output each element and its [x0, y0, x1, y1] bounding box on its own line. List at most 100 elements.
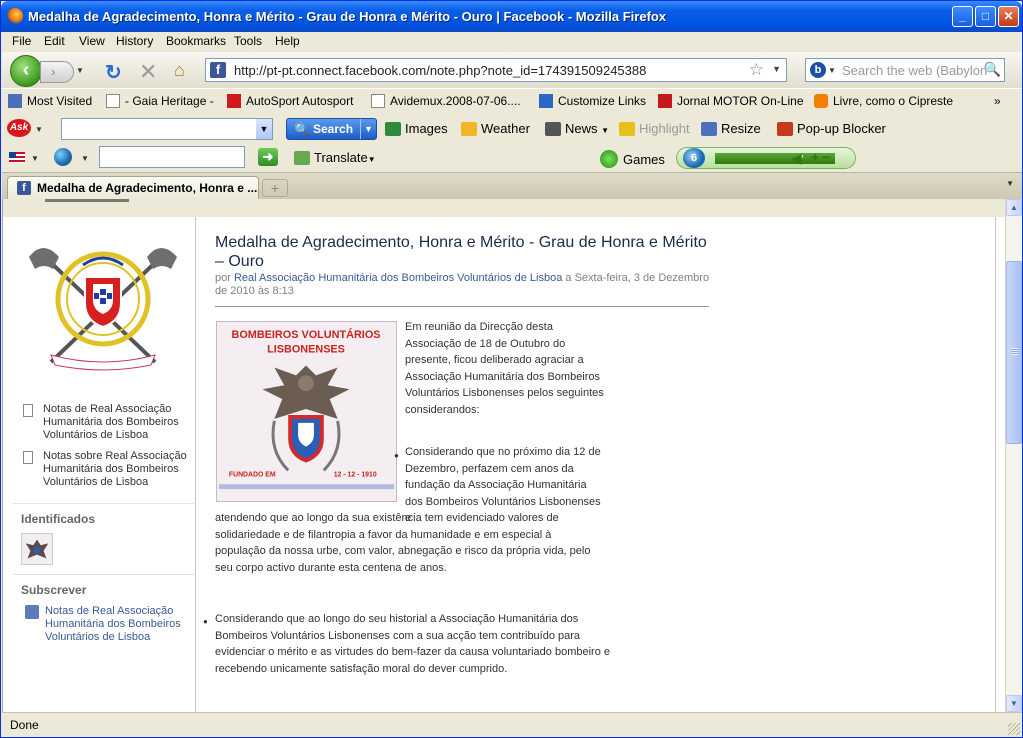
- note-meta: por Real Associação Humanitária dos Bomb…: [215, 272, 710, 297]
- note-photo-emblem[interactable]: BOMBEIROS VOLUNTÁRIOS LISBONENSES FUNDAD…: [216, 321, 397, 502]
- ask-toolbar: Ask ▼ ▼ 🔍 Search ▼ Images Weather News ▼ H…: [2, 114, 1022, 143]
- sidebar-divider: [13, 503, 196, 504]
- web-search-input[interactable]: Search the web (Babylon): [842, 63, 987, 78]
- facebook-favicon-icon: f: [17, 181, 31, 195]
- ask-search-input[interactable]: ▼: [61, 118, 273, 140]
- web-search-box[interactable]: b ▼ Search the web (Babylon) 🔍: [805, 58, 1005, 82]
- bookmarks-overflow-button[interactable]: »: [994, 94, 1001, 108]
- back-button[interactable]: ‹: [10, 55, 42, 87]
- note-intro: Em reunião da Direcção desta Associação …: [405, 321, 604, 416]
- menu-view[interactable]: View: [79, 34, 105, 48]
- history-dropdown-icon[interactable]: ▼: [76, 66, 84, 75]
- subscribe-rss-link[interactable]: Notas de Real Associação Humanitária dos…: [25, 605, 190, 644]
- ask-logo-icon[interactable]: Ask: [7, 119, 31, 137]
- url-text[interactable]: http://pt-pt.connect.facebook.com/note.p…: [234, 63, 646, 78]
- bookmark-avidemux[interactable]: Avidemux.2008-07-06....: [371, 94, 521, 108]
- menu-help[interactable]: Help: [275, 34, 300, 48]
- right-gutter: [995, 217, 1005, 712]
- scroll-up-button[interactable]: ▲: [1006, 199, 1022, 216]
- sidebar-link-notas-de[interactable]: Notas de Real Associação Humanitária dos…: [23, 403, 193, 442]
- search-icon[interactable]: 🔍: [984, 61, 1001, 78]
- ask-menu-dropdown-icon[interactable]: ▼: [35, 125, 43, 134]
- tagged-heading: Identificados: [21, 512, 96, 526]
- menu-edit[interactable]: Edit: [44, 34, 65, 48]
- bookmark-icon: [8, 94, 22, 108]
- note-page-icon: [23, 451, 33, 464]
- media-player-widget[interactable]: 6 ▼ ◀ +−: [676, 147, 856, 169]
- tab-facebook-note[interactable]: f Medalha de Agradecimento, Honra e ...: [7, 176, 259, 200]
- note-content: Medalha de Agradecimento, Honra e Mérito…: [197, 217, 994, 712]
- note-bullet2: Considerando que ao longo do seu histori…: [215, 613, 610, 675]
- images-icon: [385, 122, 401, 136]
- bookmark-customize-links[interactable]: Customize Links: [539, 94, 646, 108]
- page-icon: [106, 94, 120, 108]
- url-bar[interactable]: f http://pt-pt.connect.facebook.com/note…: [205, 58, 787, 82]
- menu-tools[interactable]: Tools: [234, 34, 262, 48]
- ask-highlight-button[interactable]: Highlight: [619, 121, 690, 136]
- rss-icon: [25, 605, 39, 619]
- engine-dropdown-icon[interactable]: ▼: [828, 66, 836, 75]
- translate-input[interactable]: [99, 146, 245, 168]
- tagged-profile-thumbnail[interactable]: [21, 533, 53, 565]
- bookmark-star-icon[interactable]: ☆: [749, 60, 764, 80]
- maximize-button[interactable]: □: [975, 6, 996, 27]
- menu-history[interactable]: History: [116, 34, 153, 48]
- ask-images-button[interactable]: Images: [385, 121, 448, 136]
- resize-grip-icon[interactable]: [1008, 723, 1020, 735]
- page-top-tick: [45, 199, 129, 202]
- blogger-icon: [814, 94, 828, 108]
- translate-button[interactable]: Translate▼: [294, 150, 376, 165]
- association-crest-logo[interactable]: [23, 237, 183, 377]
- go-arrow-button[interactable]: ➜: [258, 148, 278, 166]
- sidebar-link-notas-sobre[interactable]: Notas sobre Real Associação Humanitária …: [23, 450, 193, 489]
- language-dropdown-icon[interactable]: ▼: [31, 154, 39, 163]
- reload-icon[interactable]: ↻: [105, 60, 122, 85]
- ask-news-button[interactable]: News ▼: [545, 121, 609, 136]
- sidebar-divider: [13, 574, 196, 575]
- bookmark-autosport[interactable]: AutoSport Autosport: [227, 94, 353, 108]
- ask-resize-button[interactable]: Resize: [701, 121, 761, 136]
- scroll-thumb[interactable]: [1006, 261, 1022, 444]
- window-title: Medalha de Agradecimento, Honra e Mérito…: [28, 9, 667, 24]
- msn-icon: [539, 94, 553, 108]
- menu-file[interactable]: File: [12, 34, 31, 48]
- search-engine-icon[interactable]: b: [810, 62, 826, 78]
- forward-button[interactable]: ›: [40, 61, 74, 83]
- news-icon: [545, 122, 561, 136]
- volume-controls-icon[interactable]: +−: [811, 149, 833, 165]
- volume-icon[interactable]: ◀: [791, 150, 802, 167]
- home-icon[interactable]: ⌂: [174, 60, 185, 81]
- media-player-icon[interactable]: 6: [683, 148, 705, 168]
- bookmark-jornal-motor[interactable]: Jornal MOTOR On-Line: [658, 94, 804, 108]
- menu-bookmarks[interactable]: Bookmarks: [166, 34, 226, 48]
- bullet-point: ●: [394, 451, 399, 460]
- language-flag-icon[interactable]: [9, 152, 25, 163]
- bookmark-livre-cipreste[interactable]: Livre, como o Cipreste: [814, 94, 953, 108]
- globe-dropdown-icon[interactable]: ▼: [81, 154, 89, 163]
- subscribe-heading: Subscrever: [21, 583, 87, 597]
- bookmark-gaia-heritage[interactable]: - Gaia Heritage -: [106, 94, 214, 108]
- new-tab-button[interactable]: +: [262, 179, 288, 197]
- motor-icon: [658, 94, 672, 108]
- emblem-header-line2: LISBONENSES: [267, 344, 345, 356]
- vertical-scrollbar[interactable]: ▲ ▼: [1005, 199, 1022, 712]
- resize-icon: [701, 122, 717, 136]
- page-viewport: Notas de Real Associação Humanitária dos…: [2, 199, 1005, 712]
- search-dropdown-icon[interactable]: ▼: [360, 119, 376, 139]
- ask-popup-blocker-button[interactable]: Pop-up Blocker: [777, 121, 886, 136]
- ask-weather-button[interactable]: Weather: [461, 121, 530, 136]
- author-link[interactable]: Real Associação Humanitária dos Bombeiro…: [234, 272, 562, 284]
- games-button[interactable]: Games: [600, 150, 665, 168]
- minimize-button[interactable]: _: [952, 6, 973, 27]
- close-button[interactable]: ✕: [998, 6, 1019, 27]
- scroll-down-button[interactable]: ▼: [1006, 695, 1022, 712]
- globe-icon[interactable]: [54, 148, 72, 166]
- ask-search-button[interactable]: 🔍 Search ▼: [286, 118, 377, 140]
- bookmark-most-visited[interactable]: Most Visited: [8, 94, 92, 108]
- ask-input-dropdown-icon[interactable]: ▼: [256, 119, 272, 139]
- eagle-crest-icon: [25, 539, 49, 559]
- url-dropdown-icon[interactable]: ▼: [772, 64, 781, 74]
- tab-strip: f Medalha de Agradecimento, Honra e ... …: [2, 172, 1022, 200]
- stop-icon[interactable]: ✕: [139, 59, 157, 85]
- tab-list-dropdown-icon[interactable]: ▼: [1006, 179, 1014, 188]
